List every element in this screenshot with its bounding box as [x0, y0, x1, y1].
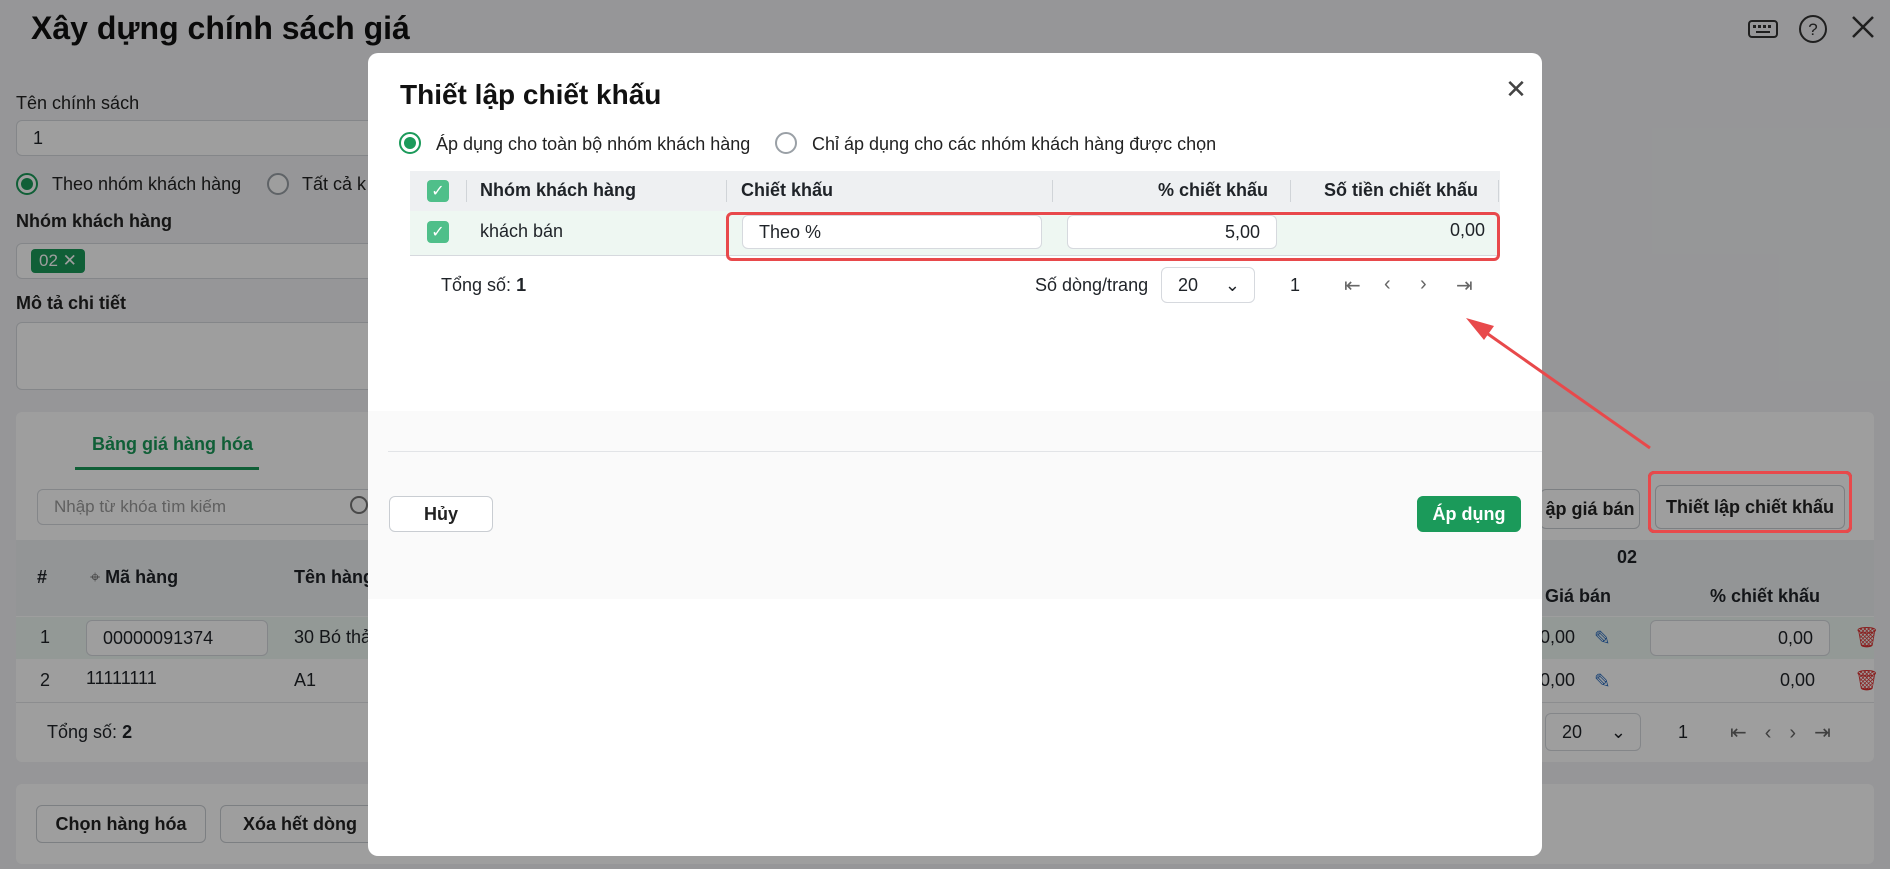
annotation-arrow — [1466, 318, 1651, 450]
